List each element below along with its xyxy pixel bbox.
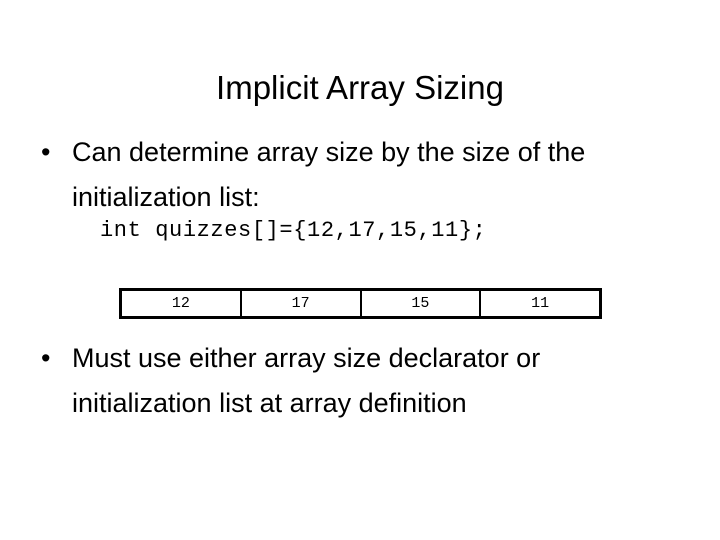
page-title: Implicit Array Sizing (216, 69, 504, 107)
bullet-point-icon: • (41, 137, 51, 167)
code-snippet: int quizzes[]={12,17,15,11}; (100, 218, 487, 243)
slide: Implicit Array Sizing • Can determine ar… (0, 0, 720, 540)
array-cell: 15 (359, 291, 480, 316)
bullet-list-second: • Must use either array size declarator … (36, 336, 696, 426)
bullet-line: initialization list at array definition (72, 388, 467, 418)
list-item: • Can determine array size by the size o… (36, 130, 696, 220)
bullet-text-second: Must use either array size declarator or… (72, 336, 696, 426)
array-cell: 11 (479, 291, 599, 316)
array-cell: 17 (239, 291, 360, 316)
bullet-line: Must use either array size declarator or (72, 343, 541, 373)
bullet-text-first: Can determine array size by the size of … (72, 130, 696, 220)
bullet-list-first: • Can determine array size by the size o… (36, 130, 696, 220)
bullet-line: Can determine array size by the size of … (72, 137, 586, 167)
array-cells-table: 12 17 15 11 (119, 288, 602, 319)
bullet-line: initialization list: (72, 182, 260, 212)
array-cell: 12 (171, 294, 190, 312)
bullet-point-icon: • (41, 343, 51, 373)
list-item: • Must use either array size declarator … (36, 336, 696, 426)
